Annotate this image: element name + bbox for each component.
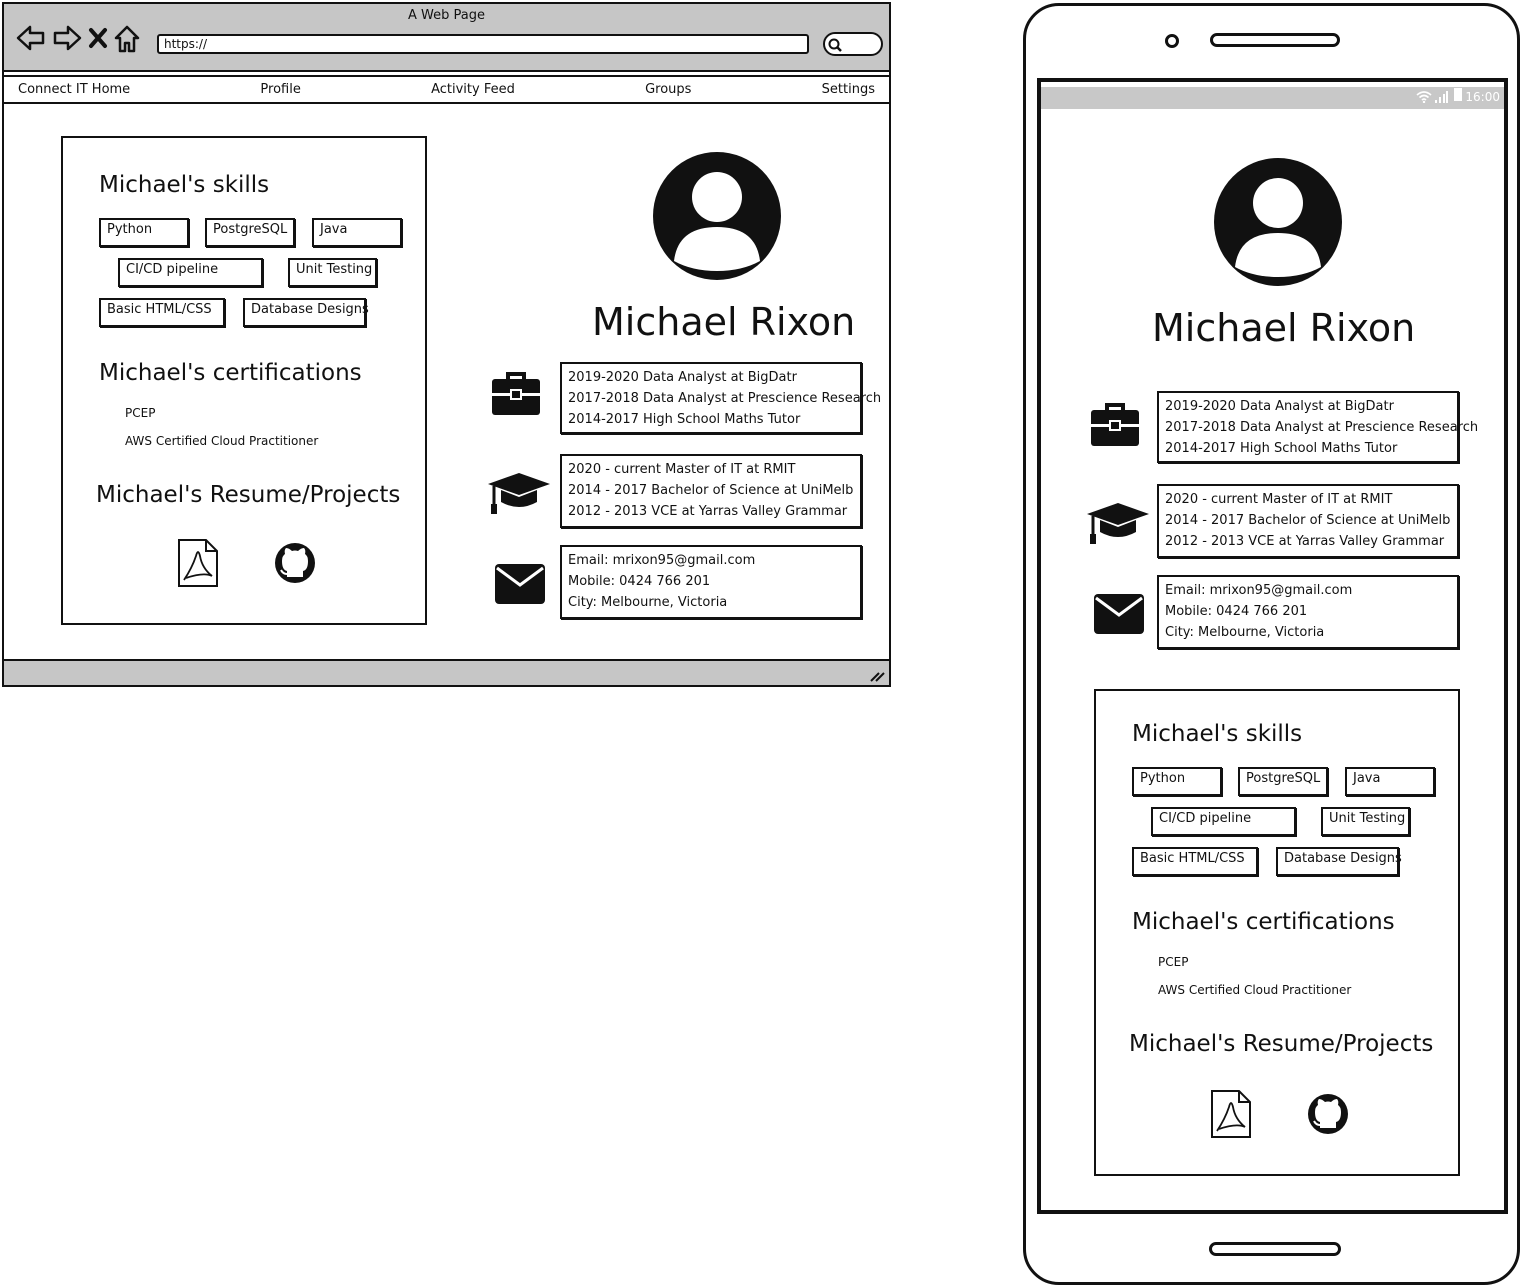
skills-title: Michael's skills [99,172,270,198]
education-item: 2012 - 2013 VCE at Yarras Valley Grammar [1165,534,1445,549]
home-button[interactable] [1209,1242,1341,1256]
work-item: 2017-2018 Data Analyst at Prescience Res… [1165,420,1479,435]
skill-chip: CI/CD pipeline [118,258,263,287]
cert-item: PCEP [125,406,156,420]
user-avatar-icon [652,151,782,285]
work-history-box: 2019-2020 Data Analyst at BigDatr 2017-2… [1157,391,1479,463]
graduation-cap-icon [486,470,552,520]
cert-item: PCEP [1158,955,1189,969]
skills-card: Michael's skills Python PostgreSQL Java … [1094,689,1460,1176]
work-history-box: 2019-2020 Data Analyst at BigDatr 2017-2… [560,362,882,434]
skills-card: Michael's skills Python PostgreSQL Java … [61,136,427,625]
skill-chip: CI/CD pipeline [1151,807,1296,836]
nav-activity-feed[interactable]: Activity Feed [431,82,515,97]
url-input[interactable]: https:// [157,34,809,54]
skill-chip: Java [1345,767,1435,796]
education-item: 2020 - current Master of IT at RMIT [1165,492,1393,507]
envelope-icon [1093,593,1145,639]
github-icon[interactable] [273,541,317,589]
work-item: 2019-2020 Data Analyst at BigDatr [568,370,797,385]
main-nav: Connect IT Home Profile Activity Feed Gr… [4,75,889,104]
contact-item: Mobile: 0424 766 201 [1165,604,1308,619]
work-item: 2019-2020 Data Analyst at BigDatr [1165,399,1394,414]
skill-chip: Java [312,218,402,247]
close-icon[interactable] [88,24,108,54]
browser-titlebar: A Web Page https:// [4,4,889,72]
graduation-cap-icon [1085,500,1151,550]
skill-chip: Unit Testing [288,258,377,287]
certifications-title: Michael's certifications [1132,909,1395,935]
browser-statusbar [4,659,889,685]
skill-chip: Python [1132,767,1222,796]
contact-item: Email: mrixon95@gmail.com [1165,583,1353,598]
work-item: 2014-2017 High School Maths Tutor [568,412,801,427]
arrow-left-icon[interactable] [16,24,46,54]
pdf-file-icon[interactable] [176,538,220,592]
skill-chip: Basic HTML/CSS [99,298,225,327]
skill-chip: Database Designs [1276,847,1402,876]
pdf-file-icon[interactable] [1209,1089,1253,1143]
certifications-title: Michael's certifications [99,360,362,386]
skill-chip: Python [99,218,189,247]
contact-item: City: Melbourne, Victoria [1165,625,1325,640]
contact-box: Email: mrixon95@gmail.com Mobile: 0424 7… [1157,575,1459,649]
nav-home[interactable]: Connect IT Home [18,82,130,97]
contact-box: Email: mrixon95@gmail.com Mobile: 0424 7… [560,545,862,619]
briefcase-icon [1089,402,1141,452]
envelope-icon [494,563,546,609]
cert-item: AWS Certified Cloud Practitioner [125,434,319,448]
github-icon[interactable] [1306,1092,1350,1140]
contact-item: City: Melbourne, Victoria [568,595,728,610]
resume-title: Michael's Resume/Projects [1129,1031,1434,1057]
home-icon[interactable] [114,24,140,54]
briefcase-icon [490,371,542,421]
skill-chip: PostgreSQL [1238,767,1328,796]
work-item: 2014-2017 High School Maths Tutor [1165,441,1398,456]
phone-screen: 16:00 Michael Rixon 2019-2020 Data Analy… [1037,78,1508,1214]
status-clock: 16:00 [1465,90,1500,104]
education-item: 2020 - current Master of IT at RMIT [568,462,796,477]
nav-settings[interactable]: Settings [822,82,875,97]
education-item: 2014 - 2017 Bachelor of Science at UniMe… [1165,513,1451,528]
work-item: 2017-2018 Data Analyst at Prescience Res… [568,391,882,406]
user-avatar-icon [1213,157,1343,291]
education-box: 2020 - current Master of IT at RMIT 2014… [1157,484,1459,558]
cert-item: AWS Certified Cloud Practitioner [1158,983,1352,997]
phone-frame: 16:00 Michael Rixon 2019-2020 Data Analy… [1023,3,1520,1285]
nav-groups[interactable]: Groups [645,82,691,97]
contact-item: Email: mrixon95@gmail.com [568,553,756,568]
speaker-grille [1210,33,1340,47]
profile-name: Michael Rixon [1152,306,1416,350]
resume-title: Michael's Resume/Projects [96,482,401,508]
profile-name: Michael Rixon [592,300,856,344]
status-bar: 16:00 [1041,87,1504,109]
camera-icon [1165,34,1179,48]
arrow-right-icon[interactable] [52,24,82,54]
skill-chip: Basic HTML/CSS [1132,847,1258,876]
skill-chip: Unit Testing [1321,807,1410,836]
education-item: 2014 - 2017 Bachelor of Science at UniMe… [568,483,854,498]
search-button[interactable] [823,32,883,56]
contact-item: Mobile: 0424 766 201 [568,574,711,589]
skill-chip: Database Designs [243,298,369,327]
education-item: 2012 - 2013 VCE at Yarras Valley Grammar [568,504,848,519]
window-title: A Web Page [408,8,485,23]
skill-chip: PostgreSQL [205,218,295,247]
browser-window: A Web Page https:// Connect IT Home Prof… [2,2,891,687]
nav-profile[interactable]: Profile [260,82,300,97]
education-box: 2020 - current Master of IT at RMIT 2014… [560,454,862,528]
skills-title: Michael's skills [1132,721,1303,747]
